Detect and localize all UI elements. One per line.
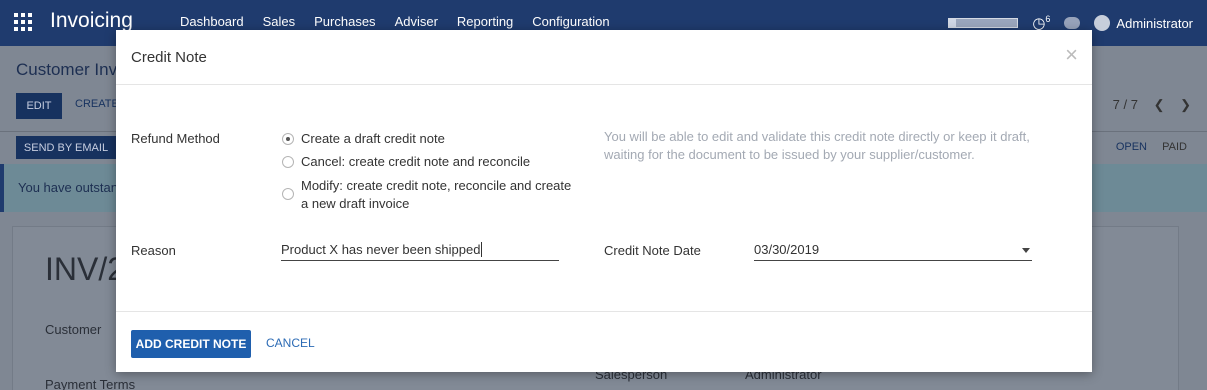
add-credit-note-button[interactable]: ADD CREDIT NOTE: [131, 330, 251, 358]
reason-label: Reason: [131, 243, 176, 258]
customer-label: Customer: [45, 322, 102, 337]
text-cursor: [481, 242, 483, 257]
menu-item-dashboard[interactable]: Dashboard: [180, 14, 244, 29]
send-by-email-button[interactable]: SEND BY EMAIL: [16, 136, 116, 159]
breadcrumb[interactable]: Customer Inv: [16, 60, 117, 80]
refund-method-label: Refund Method: [131, 131, 220, 146]
edit-button[interactable]: EDIT: [16, 93, 62, 119]
close-icon[interactable]: ×: [1065, 44, 1078, 66]
credit-note-date-label: Credit Note Date: [604, 243, 701, 258]
pager-value: 7 / 7: [1112, 97, 1138, 112]
create-button[interactable]: CREATE: [75, 98, 119, 110]
radio-label: Modify: create credit note, reconcile an…: [301, 177, 571, 213]
menu-item-configuration[interactable]: Configuration: [532, 14, 609, 29]
radio-button[interactable]: [282, 156, 294, 168]
help-text: You will be able to edit and validate th…: [604, 129, 1030, 162]
menu-item-reporting[interactable]: Reporting: [457, 14, 513, 29]
pager: 7 / 7 ❮ ❯: [1113, 97, 1191, 113]
dialog-body: Refund Method Create a draft credit note…: [116, 85, 1092, 311]
radio-label-line1: Modify: create credit note, reconcile an…: [301, 178, 572, 193]
radio-button-checked[interactable]: [282, 133, 294, 145]
avatar: [1094, 15, 1111, 31]
radio-label-line2: a new draft invoice: [301, 196, 410, 211]
radio-button[interactable]: [282, 188, 294, 200]
dialog-header: Credit Note ×: [116, 30, 1092, 85]
date-value: 03/30/2019: [754, 242, 820, 257]
activity-count: 6: [1045, 14, 1051, 24]
pager-prev-icon[interactable]: ❮: [1154, 97, 1165, 112]
progress-widget: [948, 18, 1019, 28]
radio-create-draft[interactable]: Create a draft credit note: [282, 131, 445, 146]
user-name: Administrator: [1116, 15, 1193, 31]
credit-note-dialog: Credit Note × Refund Method Create a dra…: [116, 30, 1092, 372]
radio-label: Create a draft credit note: [301, 131, 445, 146]
status-paid[interactable]: PAID: [1162, 141, 1187, 153]
payment-terms-label: Payment Terms: [45, 377, 136, 390]
menu-item-adviser[interactable]: Adviser: [395, 14, 438, 29]
radio-cancel[interactable]: Cancel: create credit note and reconcile: [282, 154, 530, 169]
dialog-title: Credit Note: [131, 49, 207, 66]
status-open[interactable]: OPEN: [1116, 141, 1147, 153]
credit-note-date-input[interactable]: 03/30/2019: [754, 239, 1032, 261]
radio-label: Cancel: create credit note and reconcile: [301, 154, 531, 169]
reason-value: Product X has never been shipped: [281, 242, 481, 257]
pager-next-icon[interactable]: ❯: [1180, 97, 1191, 112]
user-menu[interactable]: Administrator: [1094, 15, 1193, 31]
main-menu: Dashboard Sales Purchases Adviser Report…: [180, 14, 610, 29]
radio-modify[interactable]: Modify: create credit note, reconcile an…: [282, 177, 571, 213]
chat-icon[interactable]: [1064, 17, 1081, 29]
menu-item-purchases[interactable]: Purchases: [314, 14, 375, 29]
alert-text: You have outstanc: [18, 180, 125, 195]
menu-item-sales[interactable]: Sales: [263, 14, 296, 29]
chevron-down-icon[interactable]: [1022, 248, 1030, 253]
cancel-button[interactable]: CANCEL: [266, 336, 315, 350]
dialog-footer: ADD CREDIT NOTE CANCEL: [116, 311, 1092, 372]
invoice-title: INV/2: [45, 251, 126, 287]
apps-icon[interactable]: [14, 13, 32, 31]
reason-input[interactable]: Product X has never been shipped: [281, 239, 559, 261]
